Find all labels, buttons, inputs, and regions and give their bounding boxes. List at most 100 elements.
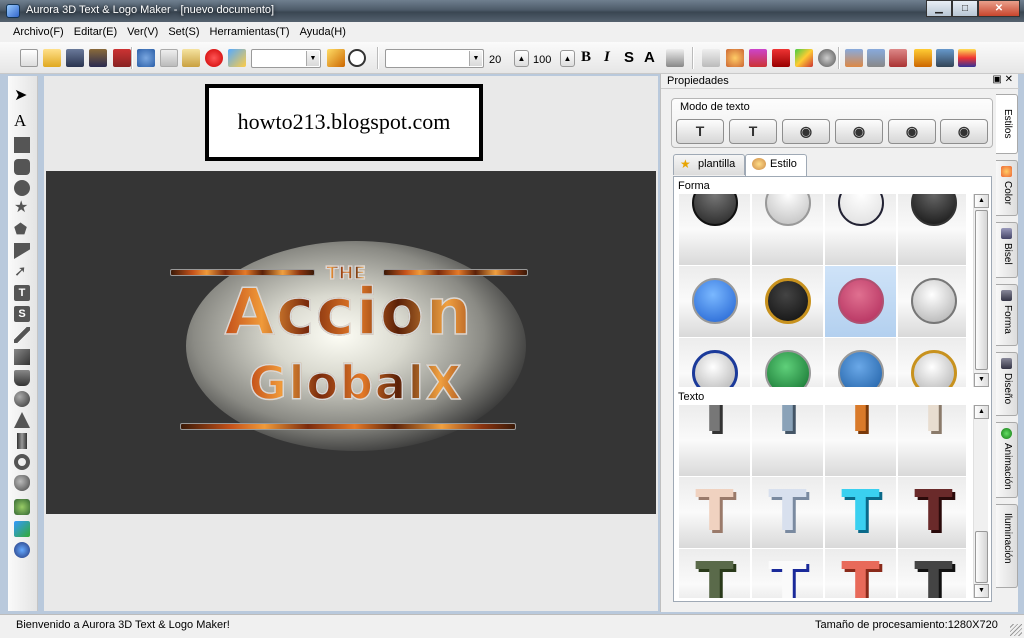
shape-swatch[interactable]	[898, 266, 966, 337]
vase-icon[interactable]	[14, 475, 30, 491]
text-style-swatch[interactable]: T	[752, 405, 823, 476]
scroll-down-button[interactable]: ▼	[974, 373, 989, 387]
shape-swatch[interactable]	[825, 338, 896, 387]
shape-swatch[interactable]	[898, 194, 966, 265]
pentagon-icon[interactable]: ⬟	[14, 222, 30, 238]
side-tab-forma[interactable]: Forma	[996, 284, 1018, 346]
effects-icon[interactable]	[726, 49, 744, 67]
side-tab-bisel[interactable]: Bisel	[996, 222, 1018, 278]
text-style-swatch[interactable]: T	[679, 549, 750, 598]
background-icon[interactable]	[936, 49, 954, 67]
cylinder-icon[interactable]	[14, 370, 30, 386]
font-select[interactable]: ▼	[385, 49, 484, 68]
minimize-button[interactable]: ▁	[926, 0, 952, 17]
font-size-spin-button[interactable]: ▲	[514, 50, 529, 67]
scroll-thumb[interactable]	[975, 531, 988, 583]
text-style-swatch[interactable]: T	[825, 405, 896, 476]
export-icon[interactable]	[113, 49, 131, 67]
image-icon[interactable]	[14, 521, 30, 537]
pencil-icon[interactable]	[327, 49, 345, 67]
text-style-swatch[interactable]: T	[825, 477, 896, 548]
zoom-spinner[interactable]: 100 ▲	[533, 50, 575, 68]
text-mode-button-2[interactable]: T	[729, 119, 777, 144]
text-box-icon[interactable]: T	[14, 285, 30, 301]
text-mode-button-1[interactable]: T	[676, 119, 724, 144]
panel-controls[interactable]: ▣ ✕	[992, 74, 1013, 85]
star-icon[interactable]: ★	[14, 200, 30, 216]
text-mode-button-5[interactable]: ◉	[888, 119, 936, 144]
font-size-spinner[interactable]: 20 ▲	[489, 50, 529, 68]
cube-3d-icon[interactable]	[14, 349, 30, 365]
render-icon[interactable]	[958, 49, 976, 67]
text-style-swatch[interactable]: T	[679, 477, 750, 548]
symbol-icon[interactable]: S	[14, 306, 30, 322]
paste-icon[interactable]	[182, 49, 200, 67]
clean-icon[interactable]	[228, 49, 246, 67]
shape-swatch[interactable]	[679, 338, 750, 387]
text-style-swatch[interactable]: T	[825, 549, 896, 598]
side-tab-estilos[interactable]: Estilos	[996, 94, 1018, 154]
menu-editar[interactable]: Editar(E)	[69, 22, 122, 42]
text-style-swatch[interactable]: T	[898, 477, 966, 548]
sphere-icon[interactable]	[14, 391, 30, 407]
side-tab-animacion[interactable]: Animación	[996, 422, 1018, 498]
menu-archivo[interactable]: Archivo(F)	[8, 22, 69, 42]
tab-estilo[interactable]: Estilo	[745, 154, 807, 177]
shape-swatch[interactable]	[752, 338, 823, 387]
text-style-swatch[interactable]: T	[679, 405, 750, 476]
text-style-swatch[interactable]: T	[752, 477, 823, 548]
text-tool-icon[interactable]: A	[14, 112, 30, 129]
text-style-swatch[interactable]: T	[898, 405, 966, 476]
bold-button[interactable]: B	[581, 49, 591, 66]
align-icon[interactable]	[666, 49, 684, 67]
shape-swatch[interactable]	[679, 266, 750, 337]
zoom-spin-button[interactable]: ▲	[560, 50, 575, 67]
side-tab-diseno[interactable]: Diseño	[996, 352, 1018, 416]
play-icon[interactable]	[348, 49, 366, 67]
text-bevel-icon[interactable]	[867, 49, 885, 67]
color-icon[interactable]	[795, 49, 813, 67]
torus-icon[interactable]	[14, 454, 30, 470]
shape-swatch[interactable]	[898, 338, 966, 387]
menu-set[interactable]: Set(S)	[163, 22, 204, 42]
circle-icon[interactable]	[14, 180, 30, 196]
shape-swatch[interactable]	[752, 266, 823, 337]
text-style-swatch[interactable]: T	[752, 549, 823, 598]
menu-ayuda[interactable]: Ayuda(H)	[295, 22, 351, 42]
new-file-icon[interactable]	[20, 49, 38, 67]
material-icon[interactable]	[749, 49, 767, 67]
strike-button[interactable]: S	[624, 49, 634, 66]
save-icon[interactable]	[66, 49, 84, 67]
tab-plantilla[interactable]: ★ plantilla	[673, 154, 745, 175]
import-icon[interactable]	[14, 499, 30, 515]
text-style-swatch[interactable]: T	[898, 549, 966, 598]
menu-herramientas[interactable]: Herramientas(T)	[205, 22, 295, 42]
text-mode-button-4[interactable]: ◉	[835, 119, 883, 144]
layer-icon[interactable]	[914, 49, 932, 67]
text-mode-button-3[interactable]: ◉	[782, 119, 830, 144]
gear-icon[interactable]	[14, 542, 30, 558]
scroll-up-button[interactable]: ▲	[974, 194, 989, 208]
delete-icon[interactable]	[205, 49, 223, 67]
node-icon[interactable]	[702, 49, 720, 67]
resize-grip-icon[interactable]	[1010, 624, 1022, 636]
cube-icon[interactable]	[772, 49, 790, 67]
text-color-icon[interactable]	[889, 49, 907, 67]
scroll-thumb[interactable]	[975, 210, 988, 370]
copy-icon[interactable]	[160, 49, 178, 67]
side-tab-color[interactable]: Color	[996, 160, 1018, 216]
select-arrow-icon[interactable]: ➤	[14, 88, 30, 104]
arrow-shape-icon[interactable]: ➚	[14, 264, 30, 280]
side-tab-iluminacion[interactable]: Iluminación	[996, 504, 1018, 588]
line-icon[interactable]	[14, 327, 30, 343]
open-folder-icon[interactable]	[43, 49, 61, 67]
render-canvas[interactable]: THE Accion GlobalX	[46, 171, 656, 514]
maximize-button[interactable]: □	[952, 0, 978, 17]
rounded-rect-icon[interactable]	[14, 159, 30, 175]
italic-button[interactable]: I	[604, 49, 610, 66]
shape-swatch[interactable]	[825, 194, 896, 265]
scroll-down-button[interactable]: ▼	[974, 584, 989, 598]
cut-icon[interactable]	[137, 49, 155, 67]
shape-swatch[interactable]	[752, 194, 823, 265]
shape-scrollbar[interactable]: ▲ ▼	[973, 194, 989, 387]
